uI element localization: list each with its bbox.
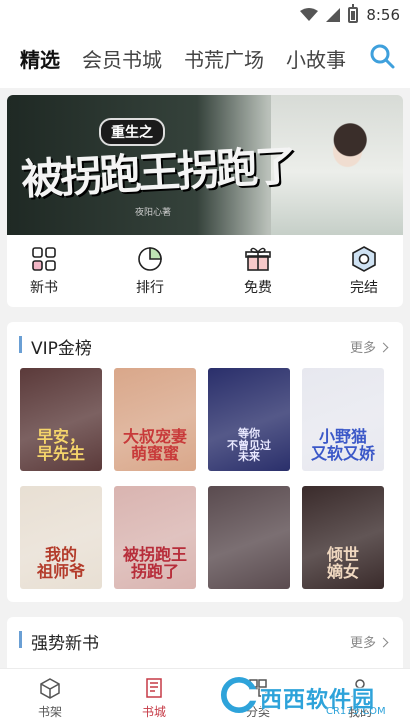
section-header: 强势新书 更多 [7,617,403,659]
book-cover[interactable]: 大叔宠妻 萌蜜蜜 [114,368,196,471]
vip-ranking-section: VIP金榜 更多 早安， 早先生 大叔宠妻 萌蜜蜜 等你 不曾见过 未来 小野猫 又软… [7,322,403,602]
gift-icon [245,247,271,271]
shortcut-free[interactable]: 免费 [223,245,293,297]
book-cover[interactable]: 早安， 早先生 [20,368,102,471]
wifi-icon [300,8,319,21]
book-cover-title: 等你 不曾见过 未来 [227,427,271,464]
shortcut-label: 排行 [136,280,164,296]
section-accent-bar [19,336,22,353]
ranking-icon [138,247,162,271]
tab-featured[interactable]: 精选 [20,44,60,73]
book-cover[interactable] [208,486,290,589]
tab-vip-store[interactable]: 会员书城 [82,44,162,73]
search-icon[interactable] [368,42,396,70]
book-cover[interactable]: 被拐跑王 拐跑了 [114,486,196,589]
nav-bookshelf[interactable]: 书架 [20,677,80,720]
book-cover[interactable]: 小野猫 又软又娇 [302,368,384,471]
shortcut-row: 新书 排行 免费 完结 [7,245,403,305]
shortcut-ranking[interactable]: 排行 [115,245,185,297]
bookshelf-icon [40,678,60,699]
book-cover-title: 我的 祖师爷 [36,545,85,582]
book-cover-title: 小野猫 又软又娇 [310,427,375,464]
strong-more-link[interactable]: 更多 [350,632,387,651]
status-time: 8:56 [366,6,400,24]
promo-banner[interactable]: 重生之 被拐跑王拐跑了 夜阳心著 [7,95,403,235]
shortcut-new-books[interactable]: 新书 [9,245,79,297]
section-title: VIP金榜 [31,339,92,359]
nav-label: 书架 [37,705,62,719]
section-header: VIP金榜 更多 [7,322,403,364]
book-cover-title: 大叔宠妻 萌蜜蜜 [122,427,187,464]
battery-icon [348,4,359,23]
shortcut-label: 新书 [30,280,58,296]
top-tab-bar: 精选 会员书城 书荒广场 小故事 [0,30,410,88]
vip-more-link[interactable]: 更多 [350,337,387,356]
banner-title: 被拐跑王拐跑了 [20,140,296,205]
watermark-logo-icon [220,676,258,714]
new-book-icon [32,247,56,271]
finished-icon [352,246,376,272]
nav-bookstore[interactable]: 书城 [124,677,184,720]
section-accent-bar [19,631,22,648]
tab-book-plaza[interactable]: 书荒广场 [184,44,264,73]
shortcut-finished[interactable]: 完结 [329,245,399,297]
nav-label: 书城 [141,705,166,719]
shortcut-label: 完结 [350,280,378,296]
shortcut-label: 免费 [244,280,272,296]
signal-icon [326,8,341,22]
book-cover[interactable]: 等你 不曾见过 未来 [208,368,290,471]
watermark-url: CR173.COM [326,706,386,717]
book-cover[interactable]: 我的 祖师爷 [20,486,102,589]
book-cover[interactable]: 倾世 嫡女 [302,486,384,589]
book-cover-title: 被拐跑王 拐跑了 [122,545,187,582]
section-title: 强势新书 [31,634,99,654]
tab-short-stories[interactable]: 小故事 [286,44,346,73]
watermark: 西西软件园 CR173.COM [216,672,406,722]
book-cover-title: 早安， 早先生 [36,427,85,464]
banner-card: 重生之 被拐跑王拐跑了 夜阳心著 新书 排行 免费 完结 [7,95,403,307]
banner-author: 夜阳心著 [135,208,172,218]
bookstore-icon [146,678,162,698]
status-bar: 8:56 [0,0,410,30]
book-cover-title: 倾世 嫡女 [326,545,359,582]
